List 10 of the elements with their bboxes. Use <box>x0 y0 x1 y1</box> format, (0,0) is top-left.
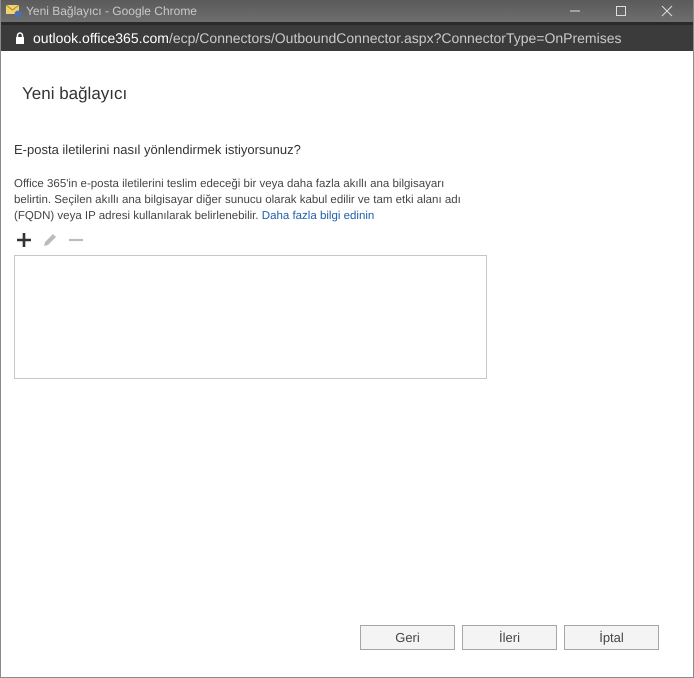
learn-more-link[interactable]: Daha fazla bilgi edinin <box>262 210 374 222</box>
address-bar[interactable]: outlook.office365.com/ecp/Connectors/OutboundConnector.aspx?ConnectorType=OnPremises <box>1 22 693 51</box>
window-title: Yeni Bağlayıcı - Google Chrome <box>26 4 197 18</box>
dialog-button[interactable]: İptal <box>564 625 659 650</box>
description-text: Office 365'in e-posta iletilerini teslim edeceği bir veya daha fazla akıllı ana bilgisayarı belirtin. Seçilen akıllı ana bilgisayar diğer sunucu olarak kabul edilir ve tam etki alanı adı (FQDN) veya IP adresi kullanılarak belirlenebilir. Daha fazla bilgi edinin <box>14 177 462 224</box>
page-title: Yeni bağlayıcı <box>22 84 128 104</box>
dialog-button[interactable]: Geri <box>360 625 455 650</box>
question-heading: E-posta iletilerini nasıl yönlendirmek istiyorsunuz? <box>14 142 302 157</box>
dialog-button[interactable]: İleri <box>462 625 557 650</box>
url-text: outlook.office365.com/ecp/Connectors/OutboundConnector.aspx?ConnectorType=OnPremises <box>33 30 622 46</box>
